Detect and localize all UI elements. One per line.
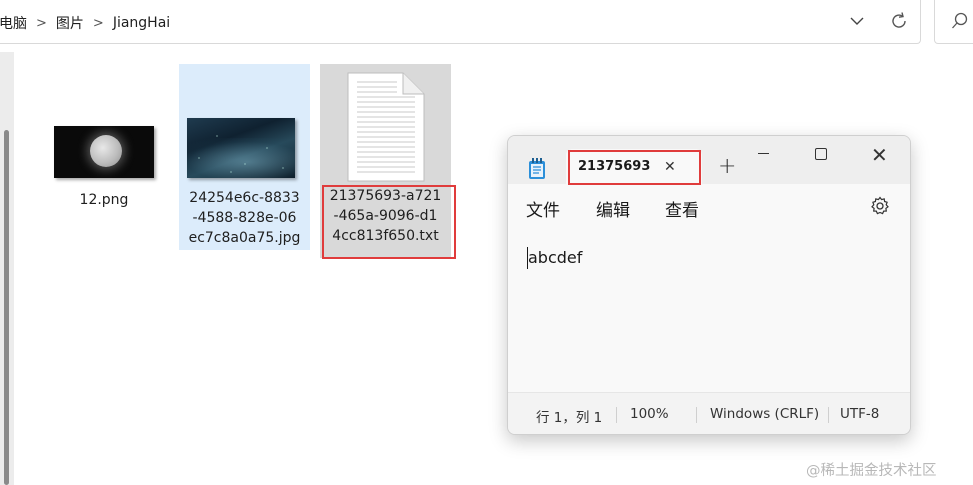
file-name: 12.png: [79, 192, 129, 208]
cursor-position: 行 1，列 1: [536, 410, 603, 426]
notepad-app-icon: [528, 158, 546, 184]
search-icon: [951, 11, 969, 35]
status-bar: 行 1，列 1 100% Windows (CRLF) UTF-8: [508, 392, 910, 434]
moon-image-thumbnail: [54, 126, 154, 178]
file-item-12-png[interactable]: 12.png: [44, 118, 164, 210]
breadcrumb-this-pc[interactable]: 此电脑: [0, 13, 27, 33]
address-bar[interactable]: 此电脑 > 图片 > JiangHai: [0, 0, 921, 44]
breadcrumb: 此电脑 > 图片 > JiangHai: [0, 13, 170, 33]
divider: [696, 407, 697, 423]
line-ending[interactable]: Windows (CRLF): [710, 406, 819, 422]
minimize-icon[interactable]: [758, 153, 769, 154]
menu-edit[interactable]: 编辑: [596, 196, 630, 221]
text-document-icon: [347, 72, 425, 182]
watermark: @稀土掘金技术社区: [806, 463, 937, 479]
menu-bar: 文件 编辑 查看: [508, 184, 910, 228]
file-name: 24254e6c-8833 -4588-828e-06 ec7c8a0a75.j…: [188, 190, 301, 246]
breadcrumb-jianghai[interactable]: JiangHai: [113, 15, 170, 31]
divider: [616, 407, 617, 423]
close-icon[interactable]: ✕: [871, 143, 888, 167]
chevron-right-icon: >: [36, 15, 47, 31]
menu-file[interactable]: 文件: [526, 196, 560, 221]
refresh-icon[interactable]: [887, 9, 911, 33]
space-image-thumbnail: [187, 118, 295, 178]
text-editor[interactable]: abcdef: [508, 228, 910, 392]
breadcrumb-pictures[interactable]: 图片: [56, 13, 84, 33]
chevron-down-icon[interactable]: [847, 10, 867, 32]
encoding[interactable]: UTF-8: [840, 406, 879, 422]
scrollbar-thumb[interactable]: [4, 130, 9, 485]
moon-image: [90, 135, 122, 167]
divider: [828, 407, 829, 423]
document-content[interactable]: abcdef: [528, 248, 582, 267]
annotation-highlight-tab: [568, 150, 701, 185]
menu-view[interactable]: 查看: [665, 196, 699, 221]
zoom-level[interactable]: 100%: [630, 406, 669, 422]
new-tab-icon[interactable]: +: [718, 154, 736, 179]
annotation-highlight-file: [322, 185, 456, 259]
file-item-jpg[interactable]: 24254e6c-8833 -4588-828e-06 ec7c8a0a75.j…: [179, 64, 310, 250]
chevron-right-icon: >: [92, 15, 104, 31]
search-box[interactable]: [934, 0, 973, 44]
maximize-icon[interactable]: [815, 148, 827, 160]
gear-icon[interactable]: [870, 196, 890, 220]
